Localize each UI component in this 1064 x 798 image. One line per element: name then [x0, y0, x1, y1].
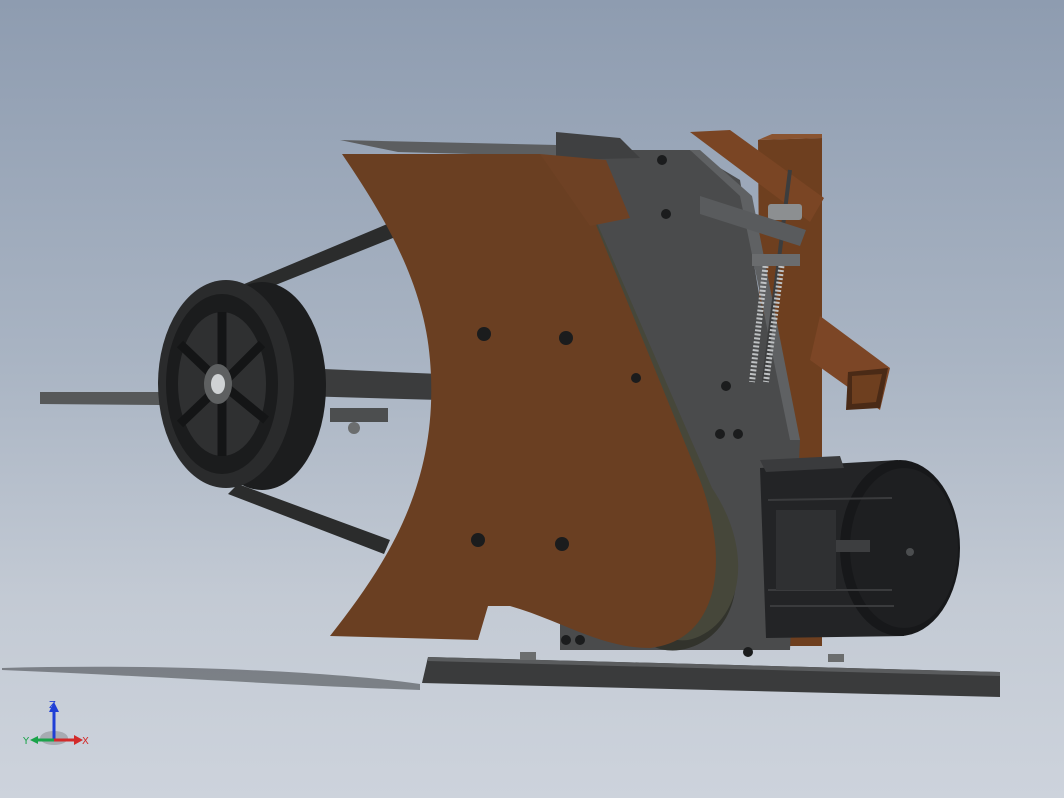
cad-graphics-area[interactable]: Z X Y: [0, 0, 1064, 798]
base-plate[interactable]: [422, 652, 1000, 697]
y-axis-label: Y: [22, 736, 30, 747]
ground-shadow: [2, 666, 420, 690]
y-axis-arrow-head: [30, 736, 38, 744]
pulley-wheel[interactable]: [158, 280, 326, 490]
belt-grinder-model[interactable]: [0, 0, 1064, 798]
x-axis-label: X: [82, 736, 89, 747]
orientation-triad[interactable]: Z X Y: [20, 696, 90, 756]
electric-motor[interactable]: [760, 456, 960, 638]
z-axis-label: Z: [49, 700, 56, 711]
